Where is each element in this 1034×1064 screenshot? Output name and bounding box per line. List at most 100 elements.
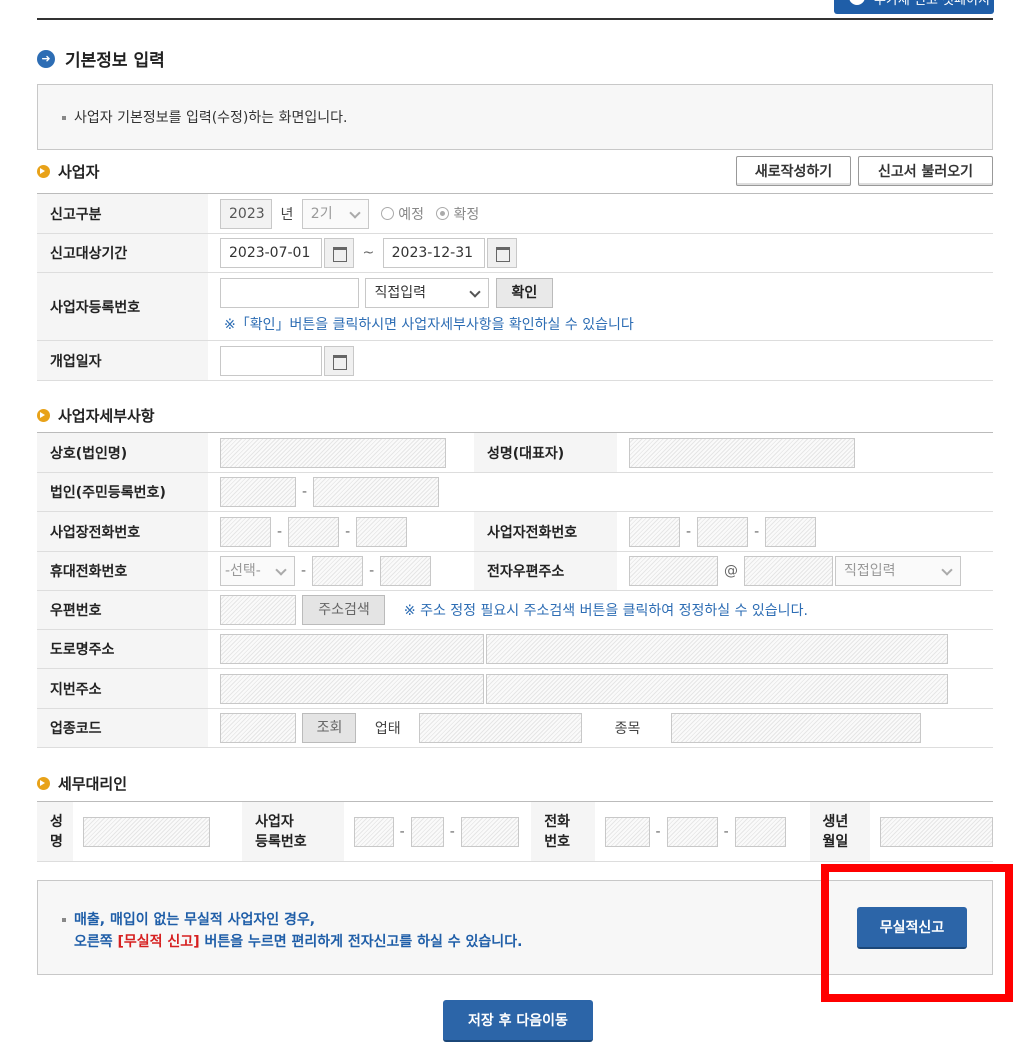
bullet-arrow-icon (37, 777, 50, 790)
tilde: ~ (362, 245, 375, 261)
details-table: 상호(법인명) 성명(대표자) 법인(주민등록번호) - 사업장전화번호 -- … (37, 432, 993, 748)
business-phone-cell: -- (617, 511, 993, 552)
section-title-business: 사업자 (37, 161, 99, 182)
email-domain-select: 직접입력 (835, 556, 961, 586)
calendar-icon[interactable] (486, 238, 517, 268)
dash: - (655, 823, 661, 840)
agent-phone-cell: -- (594, 801, 810, 862)
load-report-button[interactable]: 신고서 불러오기 (858, 156, 993, 186)
chevron-down-icon (941, 564, 953, 576)
open-date-field[interactable] (220, 345, 322, 376)
open-date-cell (208, 340, 993, 381)
section-title-details: 사업자세부사항 (37, 405, 155, 426)
email-label: 전자우편주소 (474, 551, 617, 591)
reg-no-label: 사업자등록번호 (37, 272, 208, 341)
bullet-icon (62, 116, 66, 120)
workplace-phone-cell: -- (208, 511, 474, 552)
save-next-button[interactable]: 저장 후 다음이동 (443, 1000, 593, 1042)
confirm-button[interactable]: 확인 (495, 277, 553, 308)
notice-highlight: [무실적 신고] (117, 934, 200, 950)
business-phone-3 (765, 516, 817, 547)
business-phone-1 (629, 516, 680, 547)
reg-no-cell: 직접입력 확인 ※「확인」버튼을 클릭하시면 사업자세부사항을 확인하실 수 있… (208, 272, 993, 341)
agent-birth-cell (870, 801, 993, 862)
workplace-phone-label: 사업장전화번호 (37, 511, 208, 552)
biz-type-label: 업태 (374, 721, 401, 737)
dash: - (301, 563, 307, 579)
biz-type-field (419, 713, 583, 743)
rep-name-label: 성명(대표자) (474, 432, 617, 473)
biz-code-cell: 조회 업태 종목 (208, 708, 993, 748)
lot-address-field-1 (220, 673, 484, 704)
agent-phone-3 (734, 816, 786, 847)
top-divider (37, 18, 993, 20)
agent-birth-label: 생년 월일 (809, 801, 870, 862)
business-table: 신고구분 2023 년 2기 예정 확정 신고대상기간 2023-07-01 ~… (37, 193, 993, 381)
new-report-button[interactable]: 새로작성하기 (736, 156, 851, 186)
workplace-phone-2 (288, 516, 340, 547)
rep-name-field (629, 437, 855, 468)
dash: - (723, 823, 729, 840)
chevron-down-icon (275, 564, 287, 576)
agent-reg-no-label: 사업자 등록번호 (242, 801, 344, 862)
corp-no-cell: - (208, 472, 993, 512)
agent-table: 성명 사업자 등록번호 -- 전화 번호 -- 생년 월일 (37, 801, 993, 862)
report-type-cell: 2023 년 2기 예정 확정 (208, 193, 993, 234)
section-title-agent: 세무대리인 (37, 773, 127, 794)
arrow-right-icon: ➜ (37, 49, 55, 68)
period-label: 신고대상기간 (37, 233, 208, 273)
agent-phone-2 (666, 816, 718, 847)
email-local (629, 556, 718, 586)
business-phone-label: 사업자전화번호 (474, 511, 617, 552)
mobile-label: 휴대전화번호 (37, 551, 208, 591)
agent-reg-no-1 (353, 816, 394, 847)
open-date-label: 개업일자 (37, 340, 208, 381)
radio-planned (381, 207, 395, 220)
highlight-box (821, 864, 1013, 1002)
email-cell: @ 직접입력 (617, 551, 993, 591)
zip-label: 우편번호 (37, 590, 208, 630)
workplace-phone-3 (356, 516, 408, 547)
start-date-field[interactable]: 2023-07-01 (220, 238, 322, 268)
at-sign: @ (724, 563, 738, 579)
agent-phone-label: 전화 번호 (531, 801, 595, 862)
agent-name-field (82, 816, 210, 847)
year-suffix: 년 (280, 206, 294, 223)
mobile-3 (380, 556, 432, 586)
dash: - (449, 823, 455, 840)
year-field: 2023 (220, 198, 272, 229)
end-date-field[interactable]: 2023-12-31 (382, 238, 485, 268)
dash: - (399, 823, 405, 840)
chevron-down-icon (349, 206, 361, 219)
company-name-label: 상호(법인명) (37, 432, 208, 473)
road-address-field-2 (486, 634, 948, 664)
agent-birth-field (880, 816, 993, 847)
road-address-cell (208, 629, 993, 669)
road-address-label: 도로명주소 (37, 629, 208, 669)
lookup-button: 조회 (302, 713, 357, 743)
dash: - (302, 484, 308, 500)
reg-note: ※「확인」버튼을 클릭하시면 사업자세부사항을 확인하실 수 있습니다 (224, 316, 634, 333)
workplace-phone-1 (220, 516, 271, 547)
lot-address-cell (208, 668, 993, 709)
zip-note: ※ 주소 정정 필요시 주소검색 버튼을 클릭하여 정정하실 수 있습니다. (403, 603, 808, 619)
radio-final-label: 확정 (453, 206, 480, 223)
chevron-down-icon (469, 285, 482, 298)
top-nav-button[interactable]: 부가세 신고 첫페이지 (834, 0, 994, 14)
input-mode-select[interactable]: 직접입력 (365, 277, 490, 308)
agent-name-cell (72, 801, 243, 862)
rep-name-cell (617, 432, 993, 473)
report-type-label: 신고구분 (37, 193, 208, 234)
business-phone-2 (697, 516, 749, 547)
calendar-icon[interactable] (324, 345, 354, 376)
reg-no-input[interactable] (220, 277, 359, 308)
email-domain-field (744, 556, 833, 586)
lot-address-field-2 (486, 673, 948, 704)
bullet-icon (62, 918, 66, 922)
page-title: ➜ 기본정보 입력 (37, 46, 165, 71)
radio-final (436, 207, 450, 220)
period-select: 2기 (301, 198, 369, 229)
agent-reg-no-cell: -- (343, 801, 532, 862)
calendar-icon[interactable] (324, 238, 354, 268)
dash: - (277, 523, 283, 540)
